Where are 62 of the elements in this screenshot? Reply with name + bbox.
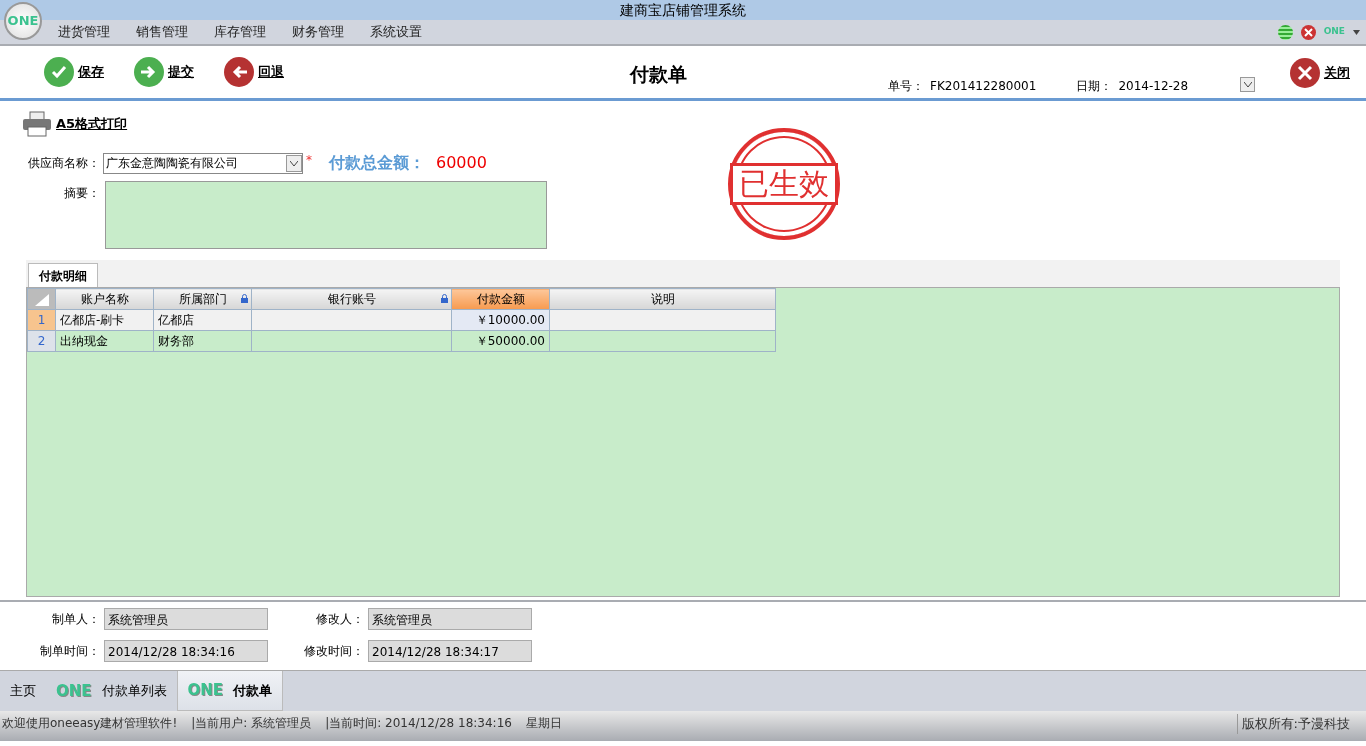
total-label: 付款总金额：	[329, 152, 425, 174]
required-mark: *	[306, 152, 312, 169]
copyright-text: 版权所有:予漫科技	[1236, 714, 1366, 734]
tab-logo: ONE	[187, 680, 224, 702]
arrow-left-icon	[224, 57, 254, 87]
window-title: 建商宝店铺管理系统	[620, 2, 746, 18]
field-label: 摘要：	[64, 185, 100, 202]
page-tab[interactable]: ONE 付款单列表	[46, 671, 177, 711]
field-label: 供应商名称：	[28, 155, 100, 172]
field-label: 制单时间：	[39, 643, 101, 660]
page-title: 付款单	[630, 62, 687, 87]
memo-field[interactable]	[105, 181, 547, 249]
dropdown-icon[interactable]	[286, 154, 302, 172]
field-label: 单号：	[888, 78, 924, 95]
date-value[interactable]: 2014-12-28	[1118, 77, 1189, 95]
table-cell: 出纳现金	[55, 330, 154, 352]
dropdown-icon[interactable]	[1240, 77, 1256, 92]
table-cell: ￥50000.00	[451, 330, 550, 352]
field-label: 修改时间：	[304, 643, 365, 660]
column-header[interactable]: 所属部门	[153, 288, 252, 310]
row-number: 1	[27, 309, 56, 331]
row-number: 2	[27, 330, 56, 352]
column-header[interactable]: 付款金额	[451, 288, 550, 310]
readonly-field: 系统管理员	[104, 608, 268, 630]
tab-logo: ONE	[56, 680, 92, 702]
status-text: 欢迎使用oneeasy建材管理软件!	[2, 715, 178, 732]
field-label: 修改人：	[315, 611, 365, 628]
detail-tab[interactable]: 付款明细	[28, 263, 98, 287]
close-icon	[1290, 58, 1320, 88]
printer-icon	[22, 111, 52, 137]
column-header[interactable]: 说明	[549, 288, 776, 310]
supplier-select[interactable]: 广东金意陶陶瓷有限公司	[103, 152, 303, 174]
check-icon	[44, 57, 74, 87]
field-label: 制单人：	[51, 611, 101, 628]
field-label: 日期：	[1076, 78, 1113, 95]
arrow-right-icon	[134, 57, 164, 87]
readonly-field: 2014/12/28 18:34:17	[368, 640, 532, 662]
status-text: 星期日	[525, 715, 562, 732]
column-header[interactable]: 账户名称	[55, 288, 154, 310]
menu-item[interactable]: 进货管理	[58, 22, 110, 42]
caret-icon[interactable]	[1353, 29, 1360, 35]
stamp-text: 已生效	[730, 163, 838, 205]
submit-button[interactable]: 提交	[134, 57, 194, 87]
status-text: |当前时间: 2014/12/28 18:34:16	[325, 715, 512, 732]
menu-item[interactable]: 销售管理	[136, 22, 188, 42]
close-icon[interactable]	[1300, 24, 1316, 40]
status-text: |当前用户: 系统管理员	[191, 715, 312, 732]
save-button[interactable]: 保存	[44, 57, 104, 87]
total-amount: 60000	[436, 152, 487, 174]
table-cell: 财务部	[153, 330, 252, 352]
readonly-field: 系统管理员	[368, 608, 532, 630]
page-tab[interactable]: 主页	[0, 671, 46, 711]
print-button[interactable]: A5格式打印	[22, 111, 128, 137]
menu-item[interactable]: 库存管理	[214, 22, 266, 42]
menu-item[interactable]: 财务管理	[292, 22, 344, 42]
menu-item[interactable]: 系统设置	[370, 22, 422, 42]
page-tab[interactable]: ONE 付款单	[176, 671, 284, 711]
close-button[interactable]: 关闭	[1290, 58, 1350, 88]
back-button[interactable]: 回退	[224, 57, 284, 87]
column-header[interactable]: 银行账号	[251, 288, 452, 310]
readonly-field: 2014/12/28 18:34:16	[104, 640, 268, 662]
order-number: FK201412280001	[930, 78, 1037, 95]
